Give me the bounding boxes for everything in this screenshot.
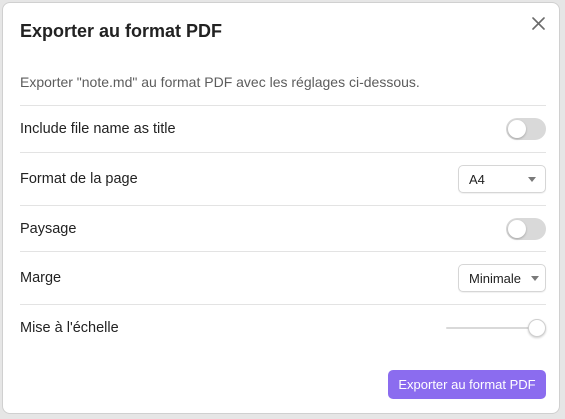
slider-thumb[interactable] bbox=[528, 318, 546, 337]
setting-margin: Marge Minimale bbox=[20, 251, 546, 304]
setting-label: Paysage bbox=[20, 220, 77, 237]
setting-include-title: Include file name as title bbox=[20, 105, 546, 152]
export-pdf-button[interactable]: Exporter au format PDF bbox=[388, 370, 546, 399]
landscape-toggle[interactable] bbox=[506, 217, 546, 240]
page-format-select[interactable]: A4 bbox=[458, 165, 546, 193]
setting-label: Include file name as title bbox=[20, 121, 176, 137]
toggle-knob bbox=[508, 219, 526, 238]
close-button[interactable] bbox=[529, 14, 547, 32]
close-icon bbox=[531, 16, 545, 30]
setting-landscape: Paysage bbox=[20, 205, 546, 251]
toggle-knob bbox=[508, 120, 526, 138]
chevron-down-icon bbox=[531, 275, 540, 281]
setting-label: Marge bbox=[20, 270, 62, 286]
setting-label: Mise à l'échelle bbox=[20, 319, 119, 336]
slider-track bbox=[446, 326, 538, 329]
setting-label: Format de la page bbox=[20, 171, 138, 187]
scale-slider[interactable] bbox=[446, 318, 546, 338]
chevron-down-icon bbox=[528, 176, 536, 182]
dialog-title: Exporter au format PDF bbox=[20, 21, 223, 41]
setting-page-format: Format de la page A4 bbox=[20, 152, 546, 205]
select-value: A4 bbox=[469, 171, 485, 187]
export-pdf-dialog: Exporter au format PDF Exporter "note.md… bbox=[2, 2, 560, 414]
setting-scale: Mise à l'échelle bbox=[20, 304, 546, 350]
dialog-description: Exporter "note.md" au format PDF avec le… bbox=[20, 74, 420, 90]
margin-select[interactable]: Minimale bbox=[458, 264, 546, 292]
include-title-toggle[interactable] bbox=[506, 118, 546, 140]
select-value: Minimale bbox=[469, 270, 522, 286]
